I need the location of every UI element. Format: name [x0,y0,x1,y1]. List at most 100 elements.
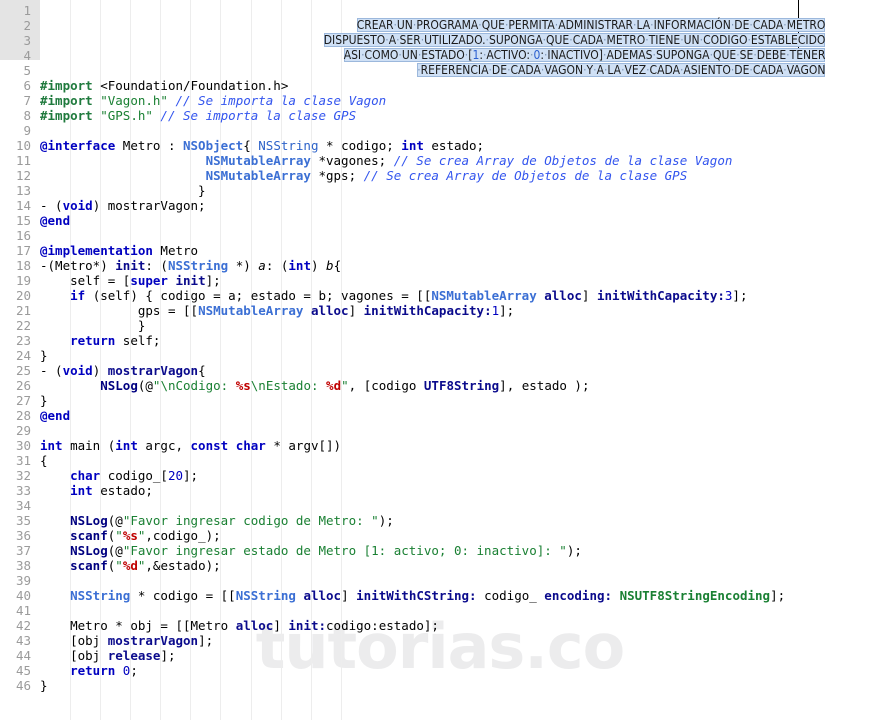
code-line-13[interactable]: } [40,183,880,198]
code-line-29[interactable] [40,423,880,438]
code-line-3[interactable]: ASI·COMO·UN·ESTADO·[1:·ACTIVO:·0:·INACTI… [40,33,880,62]
code-line-5[interactable] [40,63,880,78]
code-line-33[interactable]: int estado; [40,483,880,498]
code-line-2[interactable]: DISPUESTO·A·SER·UTILIZADO.·SUPONGA·QUE·C… [40,18,880,47]
line-number: 30 [15,438,31,453]
code-line-36[interactable]: scanf("%s",codigo_); [40,528,880,543]
code-line-18[interactable]: -(Metro*) init: (NSString *) a: (int) b{ [40,258,880,273]
selector-utf8string: UTF8String [423,378,500,393]
code-line-25[interactable]: - (void) mostrarVagon{ [40,363,880,378]
code-line-41[interactable] [40,603,880,618]
code-line-7[interactable]: #import "Vagon.h" // Se importa la clase… [40,93,880,108]
code-line-10[interactable]: @interface Metro : NSObject{ NSString * … [40,138,880,153]
import-path: "Vagon.h" [92,93,176,108]
number-literal: 1 [491,303,500,318]
code-line-38[interactable]: scanf("%d",&estado); [40,558,880,573]
selector-initwithcstring: initWithCString: [356,588,477,603]
code-line-31[interactable]: { [40,453,880,468]
keyword-int: int [40,438,63,453]
keyword-int: int [401,138,424,153]
code-line-39[interactable] [40,573,880,588]
code-line-21[interactable]: gps = [[NSMutableArray alloc] initWithCa… [40,303,880,318]
code-line-24[interactable]: } [40,348,880,363]
code-text: codigo_ [476,588,545,603]
string-literal: "\nCodigo: [152,378,236,393]
class-name: Metro [152,243,199,258]
brace: } [40,678,48,693]
code-line-27[interactable]: } [40,393,880,408]
code-line-1[interactable]: CREAR·UN·PROGRAMA·QUE·PERMITA·ADMINISTRA… [40,3,880,32]
line-number: 8 [23,108,31,123]
code-line-37[interactable]: NSLog(@"Favor ingresar estado de Metro [… [40,543,880,558]
param-b: b [326,258,334,273]
line-number: 27 [15,393,31,408]
code-line-15[interactable]: @end [40,213,880,228]
line-number: 23 [15,333,31,348]
line-number: 22 [15,318,31,333]
code-line-22[interactable]: } [40,318,880,333]
code-line-34[interactable] [40,498,880,513]
line-number: 34 [15,498,31,513]
code-line-44[interactable]: [obj release]; [40,648,880,663]
code-line-35[interactable]: NSLog(@"Favor ingresar codigo de Metro: … [40,513,880,528]
selector-mostrarvagon: mostrarVagon [107,633,199,648]
line-number: 39 [15,573,31,588]
brace: } [40,393,48,408]
code-line-32[interactable]: char codigo_[20]; [40,468,880,483]
code-line-40[interactable]: NSString * codigo = [[NSString alloc] in… [40,588,880,603]
line-number: 16 [15,228,31,243]
line-number: 3 [23,33,31,48]
code-line-23[interactable]: return self; [40,333,880,348]
code-line-42[interactable]: Metro * obj = [[Metro alloc] init:codigo… [40,618,880,633]
code-line-30[interactable]: int main (int argc, const char * argv[]) [40,438,880,453]
code-text: argc, [137,438,191,453]
code-line-20[interactable]: if (self) { codigo = a; estado = b; vago… [40,288,880,303]
code-line-14[interactable]: - (void) mostrarVagon; [40,198,880,213]
code-line-12[interactable]: NSMutableArray *gps; // Se crea Array de… [40,168,880,183]
line-number: 36 [15,528,31,543]
code-line-43[interactable]: [obj mostrarVagon]; [40,633,880,648]
code-line-4[interactable]: ·REFERENCIA·DE·CADA·VAGON·Y·A·LA·VEZ·CAD… [40,48,880,77]
format-specifier: %s [122,528,138,543]
code-surface[interactable]: CREAR·UN·PROGRAMA·QUE·PERMITA·ADMINISTRA… [40,0,880,720]
function-scanf: scanf [70,528,108,543]
code-text: ] [581,288,597,303]
code-line-19[interactable]: self = [super init]; [40,273,880,288]
code-text: *vagones; [310,153,394,168]
code-line-26[interactable]: NSLog(@"\nCodigo: %s\nEstado: %d", [codi… [40,378,880,393]
brace: { [40,453,48,468]
code-line-17[interactable]: @implementation Metro [40,243,880,258]
code-line-46[interactable]: } [40,678,880,693]
code-editor[interactable]: tutorias.co 1 2 3 4 5 6 7 8 9 10 11 12 13 14 15 16 17 18 1… [0,0,880,720]
code-line-45[interactable]: return 0; [40,663,880,678]
code-line-6[interactable]: #import <Foundation/Foundation.h> [40,78,880,93]
code-text: Metro : [115,138,183,153]
code-line-16[interactable] [40,228,880,243]
code-line-28[interactable]: @end [40,408,880,423]
comment: // Se crea Array de Objetos de la clase … [393,153,733,168]
code-text: *gps; [310,168,364,183]
code-text: * codigo; [318,138,402,153]
code-line-8[interactable]: #import "GPS.h" // Se importa la clase G… [40,108,880,123]
selector-alloc: alloc [544,288,582,303]
code-text: (@ [107,543,123,558]
code-line-9[interactable] [40,123,880,138]
keyword-int: int [70,483,93,498]
code-text: ]; [205,273,221,288]
code-line-11[interactable]: NSMutableArray *vagones; // Se crea Arra… [40,153,880,168]
line-number: 37 [15,543,31,558]
class-nsstring: NSString [70,588,131,603]
keyword-char: char [70,468,101,483]
code-text: ]; [160,648,176,663]
code-text: (@ [137,378,153,393]
